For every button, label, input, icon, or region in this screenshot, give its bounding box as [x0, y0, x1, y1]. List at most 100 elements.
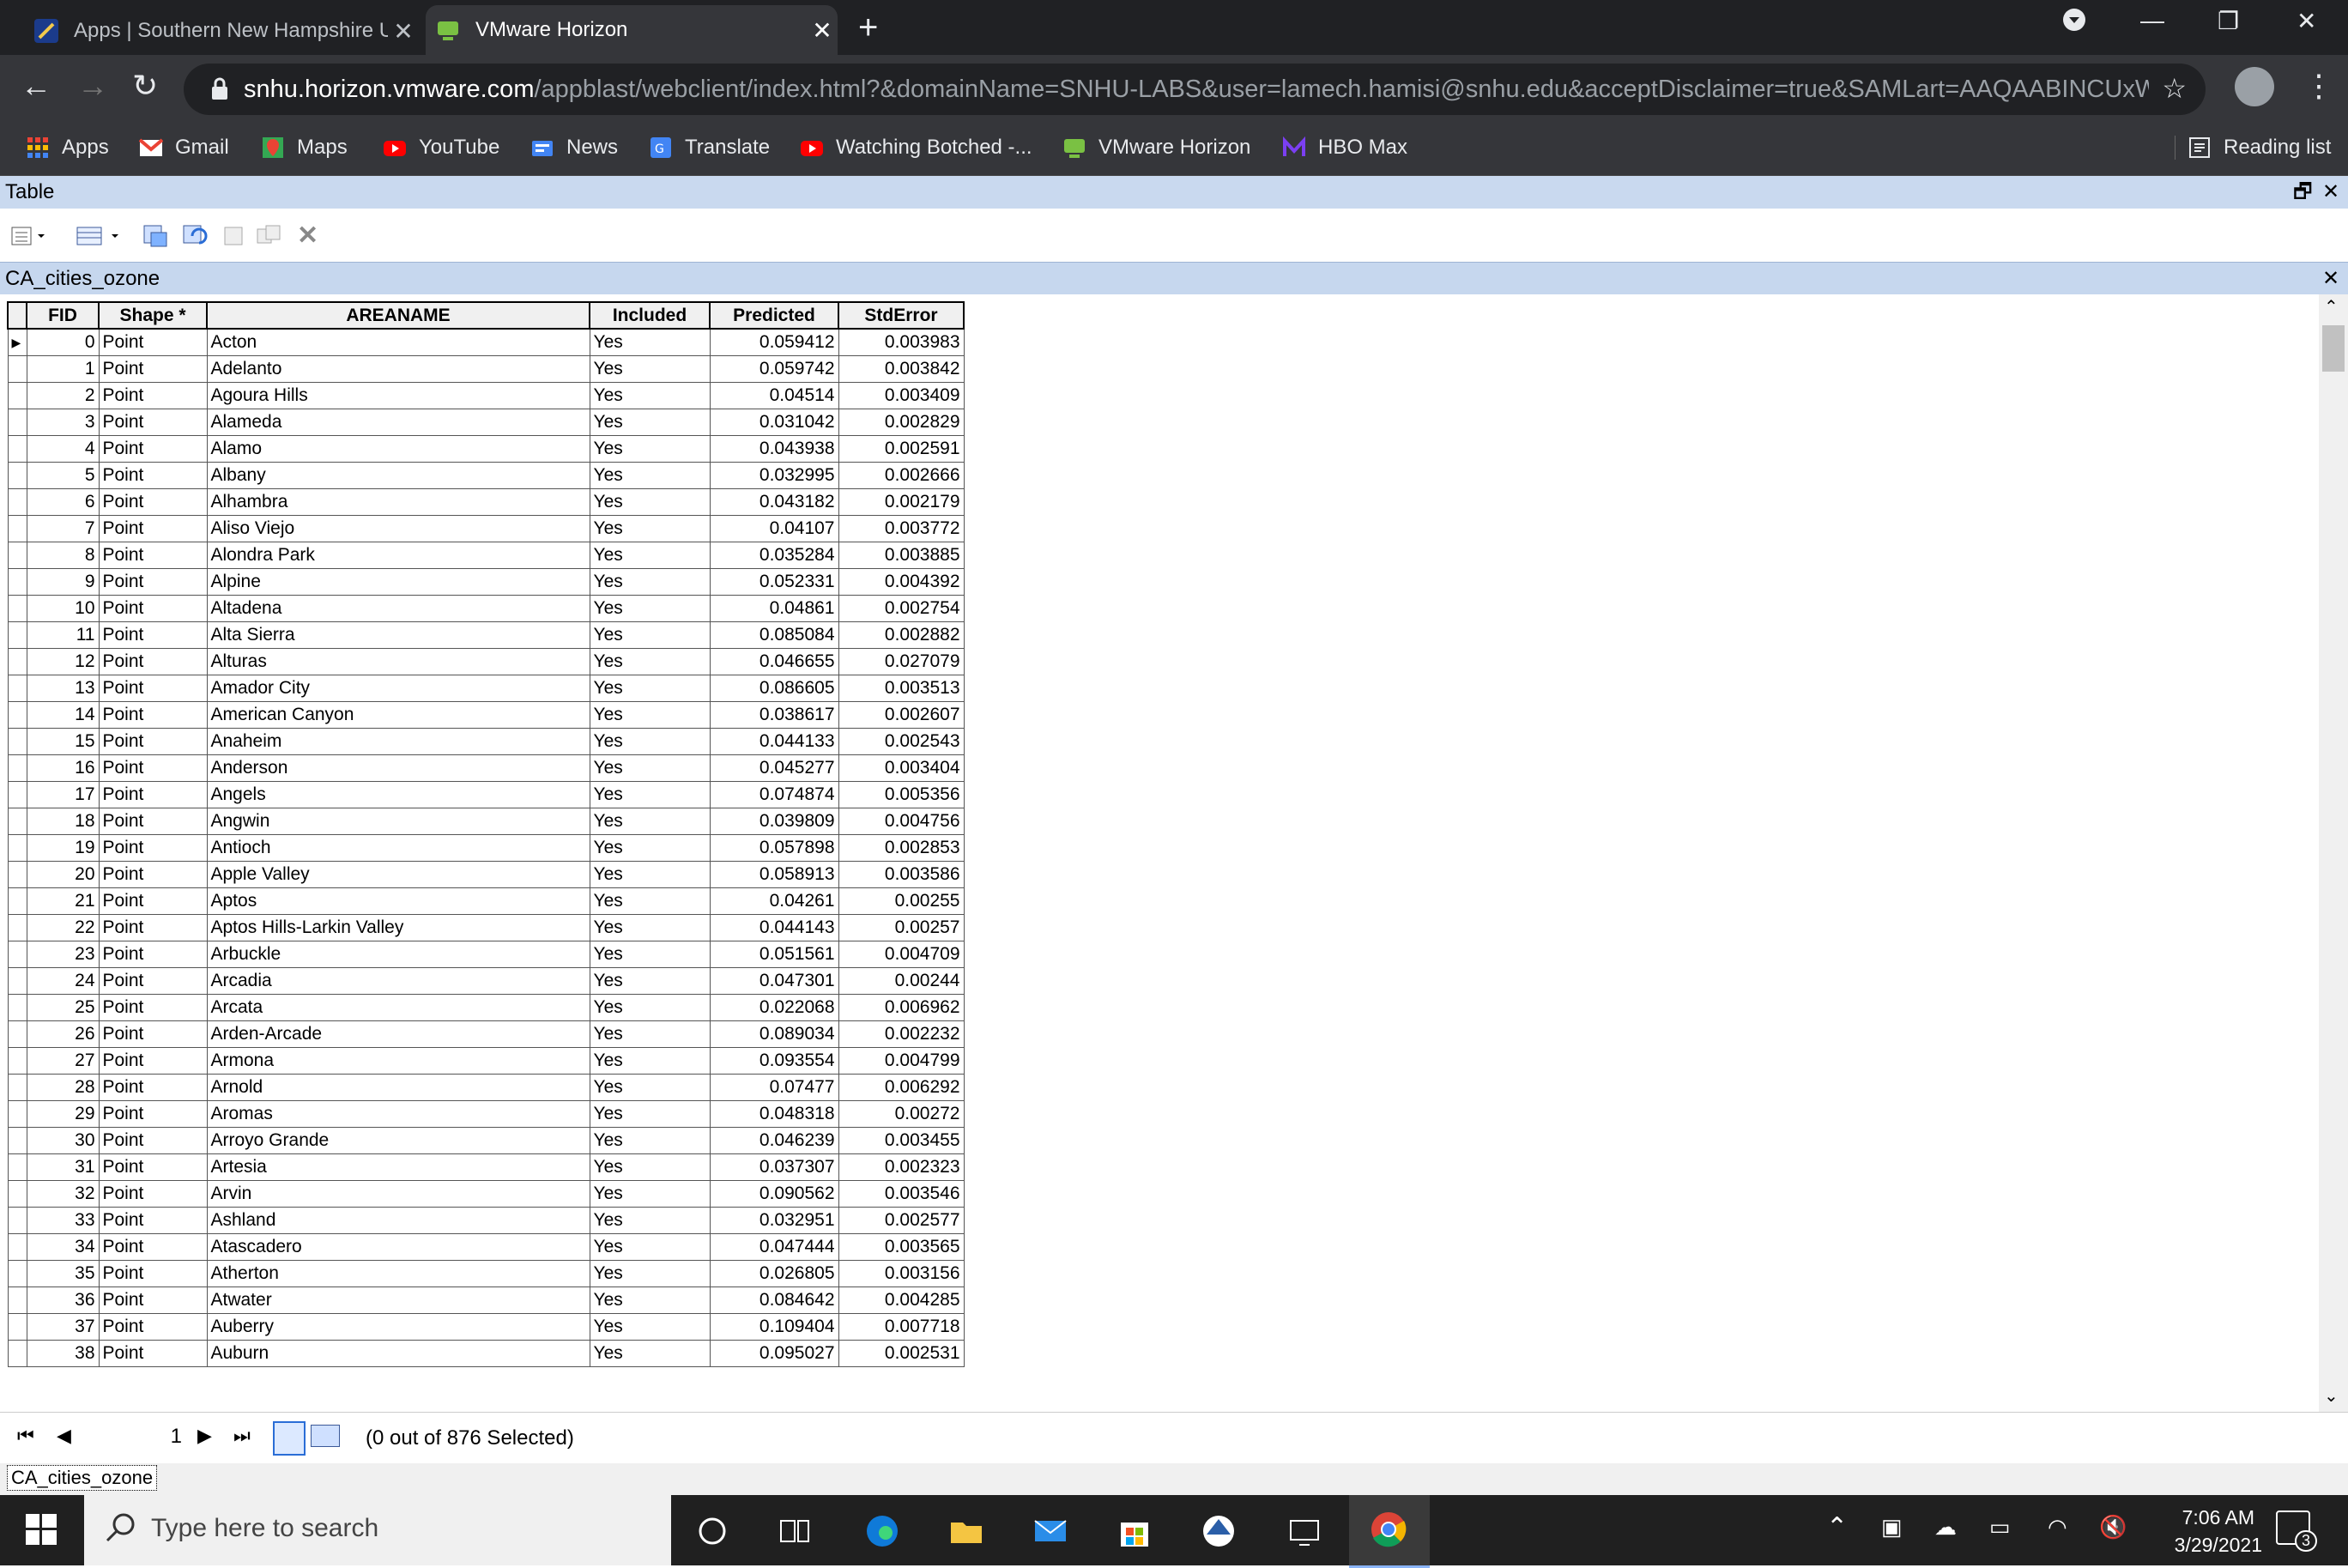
predicted-cell[interactable]: 0.095027	[709, 1340, 839, 1367]
stderror-cell[interactable]: 0.00244	[838, 967, 965, 995]
tab-vmware-horizon[interactable]: VMware Horizon ✕	[426, 5, 838, 55]
predicted-cell[interactable]: 0.032995	[709, 462, 839, 489]
fid-cell[interactable]: 34	[26, 1233, 100, 1261]
first-record-icon[interactable]: ⏮	[17, 1425, 34, 1447]
stderror-cell[interactable]: 0.004709	[838, 941, 965, 968]
fid-cell[interactable]: 13	[26, 675, 100, 702]
stderror-cell[interactable]: 0.003983	[838, 328, 965, 356]
reading-list-button[interactable]: Reading list	[2175, 136, 2331, 160]
predicted-cell[interactable]: 0.084642	[709, 1286, 839, 1314]
stderror-cell[interactable]: 0.004285	[838, 1286, 965, 1314]
table-row[interactable]: ▶ 0 Point Acton Yes 0.059412 0.003983	[7, 328, 965, 356]
shape-cell[interactable]: Point	[98, 675, 208, 702]
predicted-cell[interactable]: 0.032951	[709, 1207, 839, 1234]
stderror-cell[interactable]: 0.002853	[838, 834, 965, 862]
row-selector[interactable]	[7, 914, 27, 941]
areaname-cell[interactable]: Alturas	[206, 648, 590, 675]
bookmark-translate[interactable]: G Translate	[649, 136, 770, 160]
profile-avatar[interactable]	[2235, 67, 2274, 106]
row-selector[interactable]	[7, 808, 27, 835]
fid-cell[interactable]: 5	[26, 462, 100, 489]
areaname-cell[interactable]: American Canyon	[206, 701, 590, 729]
fid-cell[interactable]: 16	[26, 754, 100, 782]
volume-muted-icon[interactable]: 🔇	[2099, 1514, 2127, 1541]
fid-cell[interactable]: 37	[26, 1313, 100, 1341]
areaname-cell[interactable]: Artesia	[206, 1153, 590, 1181]
fid-cell[interactable]: 3	[26, 409, 100, 436]
fid-cell[interactable]: 21	[26, 887, 100, 915]
included-cell[interactable]: Yes	[589, 1233, 711, 1261]
arcgis-icon[interactable]	[1200, 1512, 1238, 1550]
row-selector[interactable]	[7, 462, 27, 489]
included-cell[interactable]: Yes	[589, 648, 711, 675]
table-row[interactable]: 31 Point Artesia Yes 0.037307 0.002323	[7, 1153, 965, 1181]
forward-icon[interactable]: →	[77, 69, 108, 103]
stderror-cell[interactable]: 0.003842	[838, 355, 965, 383]
table-row[interactable]: 23 Point Arbuckle Yes 0.051561 0.004709	[7, 941, 965, 968]
row-selector[interactable]	[7, 1207, 27, 1234]
predicted-cell[interactable]: 0.043938	[709, 435, 839, 463]
areaname-cell[interactable]: Arnold	[206, 1074, 590, 1101]
included-cell[interactable]: Yes	[589, 595, 711, 622]
row-selector[interactable]	[7, 595, 27, 622]
windows-start-icon[interactable]	[26, 1514, 57, 1549]
row-selector[interactable]	[7, 1127, 27, 1154]
shape-cell[interactable]: Point	[98, 1233, 208, 1261]
url-field[interactable]: snhu.horizon.vmware.com/appblast/webclie…	[184, 64, 2206, 115]
fid-cell[interactable]: 29	[26, 1100, 100, 1128]
areaname-cell[interactable]: Adelanto	[206, 355, 590, 383]
fid-cell[interactable]: 26	[26, 1020, 100, 1048]
included-cell[interactable]: Yes	[589, 914, 711, 941]
areaname-cell[interactable]: Alta Sierra	[206, 621, 590, 649]
stderror-cell[interactable]: 0.003409	[838, 382, 965, 409]
shape-cell[interactable]: Point	[98, 328, 208, 356]
row-selector[interactable]	[7, 568, 27, 596]
shape-cell[interactable]: Point	[98, 1100, 208, 1128]
shape-cell[interactable]: Point	[98, 1047, 208, 1075]
onedrive-icon[interactable]: ☁	[1934, 1514, 1957, 1541]
table-row[interactable]: 28 Point Arnold Yes 0.07477 0.006292	[7, 1074, 965, 1101]
areaname-cell[interactable]: Angwin	[206, 808, 590, 835]
shape-cell[interactable]: Point	[98, 781, 208, 808]
included-cell[interactable]: Yes	[589, 1207, 711, 1234]
stderror-cell[interactable]: 0.005356	[838, 781, 965, 808]
shape-cell[interactable]: Point	[98, 1313, 208, 1341]
areaname-cell[interactable]: Anderson	[206, 754, 590, 782]
show-all-records-icon[interactable]	[273, 1421, 306, 1456]
column-header-predicted[interactable]: Predicted	[709, 301, 839, 330]
fid-cell[interactable]: 22	[26, 914, 100, 941]
table-row[interactable]: 32 Point Arvin Yes 0.090562 0.003546	[7, 1180, 965, 1208]
predicted-cell[interactable]: 0.04514	[709, 382, 839, 409]
shape-cell[interactable]: Point	[98, 462, 208, 489]
fid-cell[interactable]: 2	[26, 382, 100, 409]
current-row-marker-icon[interactable]: ▶	[7, 328, 27, 356]
column-header-areaname[interactable]: AREANAME	[206, 301, 590, 330]
included-cell[interactable]: Yes	[589, 435, 711, 463]
predicted-cell[interactable]: 0.026805	[709, 1260, 839, 1287]
fid-cell[interactable]: 27	[26, 1047, 100, 1075]
shape-cell[interactable]: Point	[98, 1180, 208, 1208]
stderror-cell[interactable]: 0.003586	[838, 861, 965, 888]
row-selector[interactable]	[7, 967, 27, 995]
included-cell[interactable]: Yes	[589, 887, 711, 915]
switch-selection-icon[interactable]	[182, 224, 208, 248]
close-tab-icon[interactable]: ✕	[388, 17, 419, 45]
areaname-cell[interactable]: Arcadia	[206, 967, 590, 995]
stderror-cell[interactable]: 0.003772	[838, 515, 965, 542]
predicted-cell[interactable]: 0.047301	[709, 967, 839, 995]
areaname-cell[interactable]: Alhambra	[206, 488, 590, 516]
shape-cell[interactable]: Point	[98, 488, 208, 516]
shape-cell[interactable]: Point	[98, 1074, 208, 1101]
bookmark-maps[interactable]: Maps	[261, 136, 348, 160]
table-row[interactable]: 10 Point Altadena Yes 0.04861 0.002754	[7, 595, 965, 622]
included-cell[interactable]: Yes	[589, 861, 711, 888]
included-cell[interactable]: Yes	[589, 728, 711, 755]
last-record-icon[interactable]: ⏭	[233, 1425, 251, 1447]
row-selector[interactable]	[7, 648, 27, 675]
predicted-cell[interactable]: 0.044143	[709, 914, 839, 941]
fid-cell[interactable]: 7	[26, 515, 100, 542]
included-cell[interactable]: Yes	[589, 781, 711, 808]
predicted-cell[interactable]: 0.089034	[709, 1020, 839, 1048]
predicted-cell[interactable]: 0.074874	[709, 781, 839, 808]
shape-cell[interactable]: Point	[98, 1020, 208, 1048]
